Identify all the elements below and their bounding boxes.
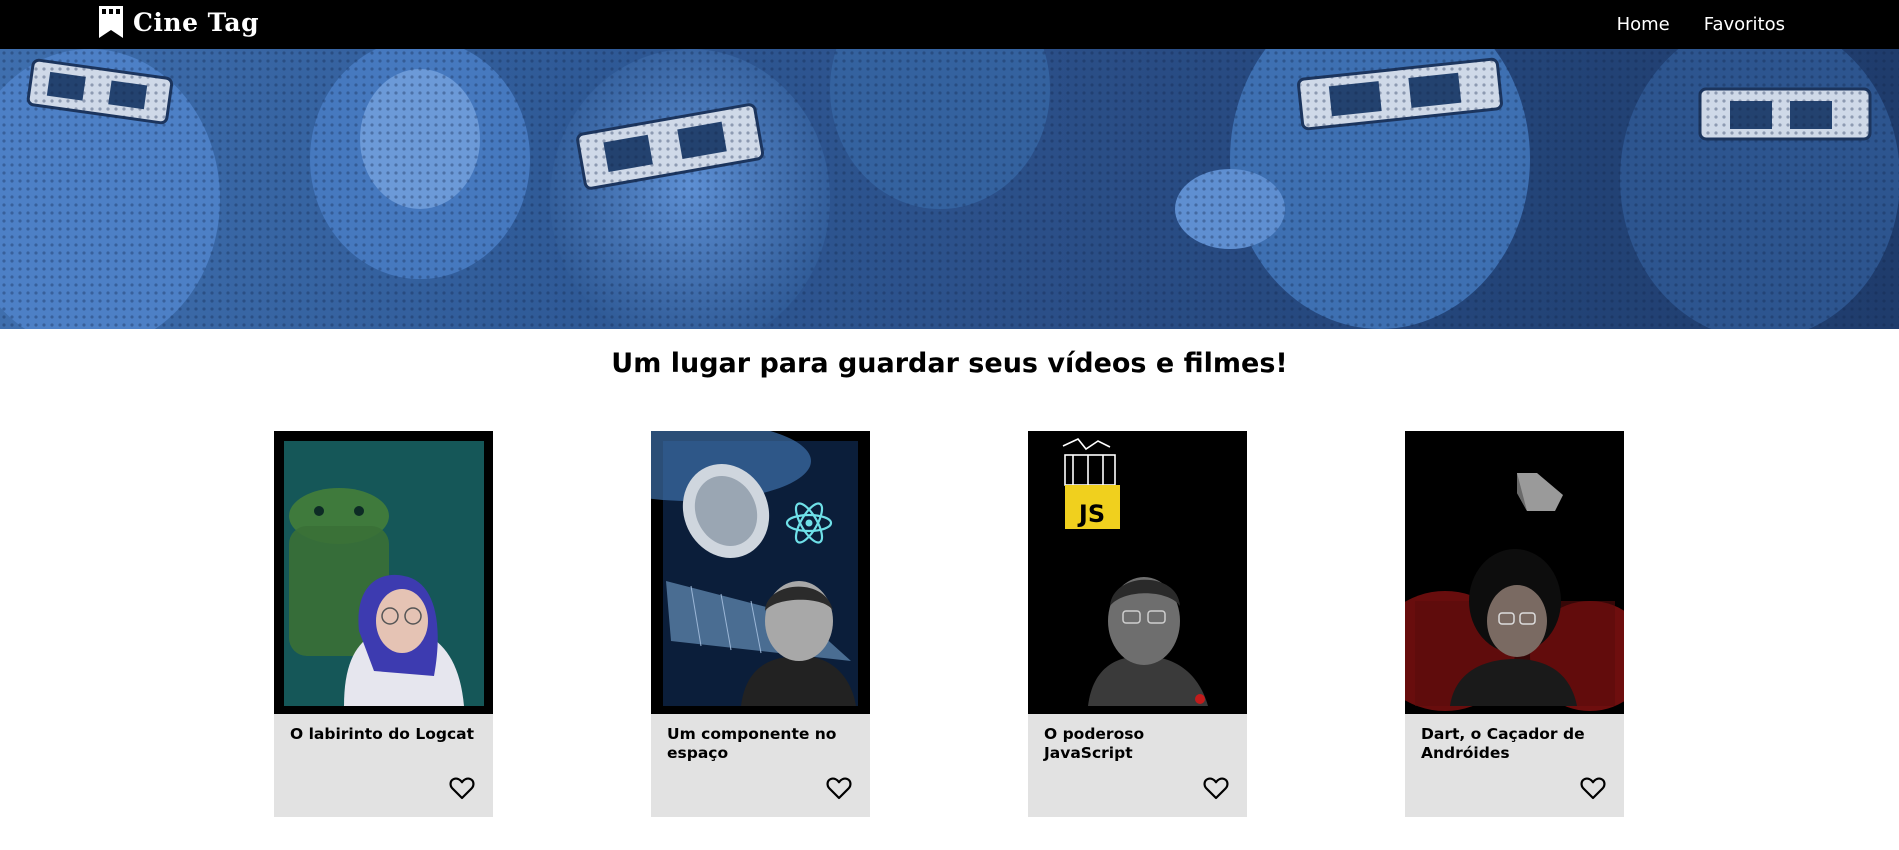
page-tagline: Um lugar para guardar seus vídeos e film…: [611, 348, 1288, 379]
js-badge-label: JS: [1077, 500, 1105, 528]
brand-logo[interactable]: Cine Tag: [99, 6, 259, 38]
heart-outline-icon[interactable]: [449, 776, 475, 800]
video-title: Um componente no espaço: [667, 725, 837, 762]
nav-link-favoritos[interactable]: Favoritos: [1704, 14, 1785, 35]
nav-link-home[interactable]: Home: [1617, 14, 1670, 35]
bookmark-film-icon: [99, 6, 123, 38]
heart-outline-icon[interactable]: [1580, 776, 1606, 800]
main-nav: Home Favoritos: [1617, 0, 1785, 49]
video-title: O labirinto do Logcat: [290, 725, 475, 743]
video-card[interactable]: Um componente no espaço: [651, 431, 870, 817]
brand-name: Cine Tag: [133, 7, 260, 37]
video-thumbnail[interactable]: [651, 431, 870, 714]
video-thumbnail[interactable]: [1405, 431, 1624, 714]
video-title: O poderoso JavaScript: [1044, 725, 1145, 762]
top-navbar: Cine Tag Home Favoritos: [0, 0, 1899, 49]
video-thumbnail[interactable]: [274, 431, 493, 714]
heart-outline-icon[interactable]: [1203, 776, 1229, 800]
video-card[interactable]: JS O poderoso JavaScript: [1028, 431, 1247, 817]
video-thumbnail[interactable]: JS: [1028, 431, 1247, 714]
heart-outline-icon[interactable]: [826, 776, 852, 800]
video-card[interactable]: Dart, o Caçador de Andróides: [1405, 431, 1624, 817]
hero-banner-image: [0, 49, 1899, 329]
video-title: Dart, o Caçador de Andróides: [1421, 725, 1585, 762]
video-card[interactable]: O labirinto do Logcat: [274, 431, 493, 817]
